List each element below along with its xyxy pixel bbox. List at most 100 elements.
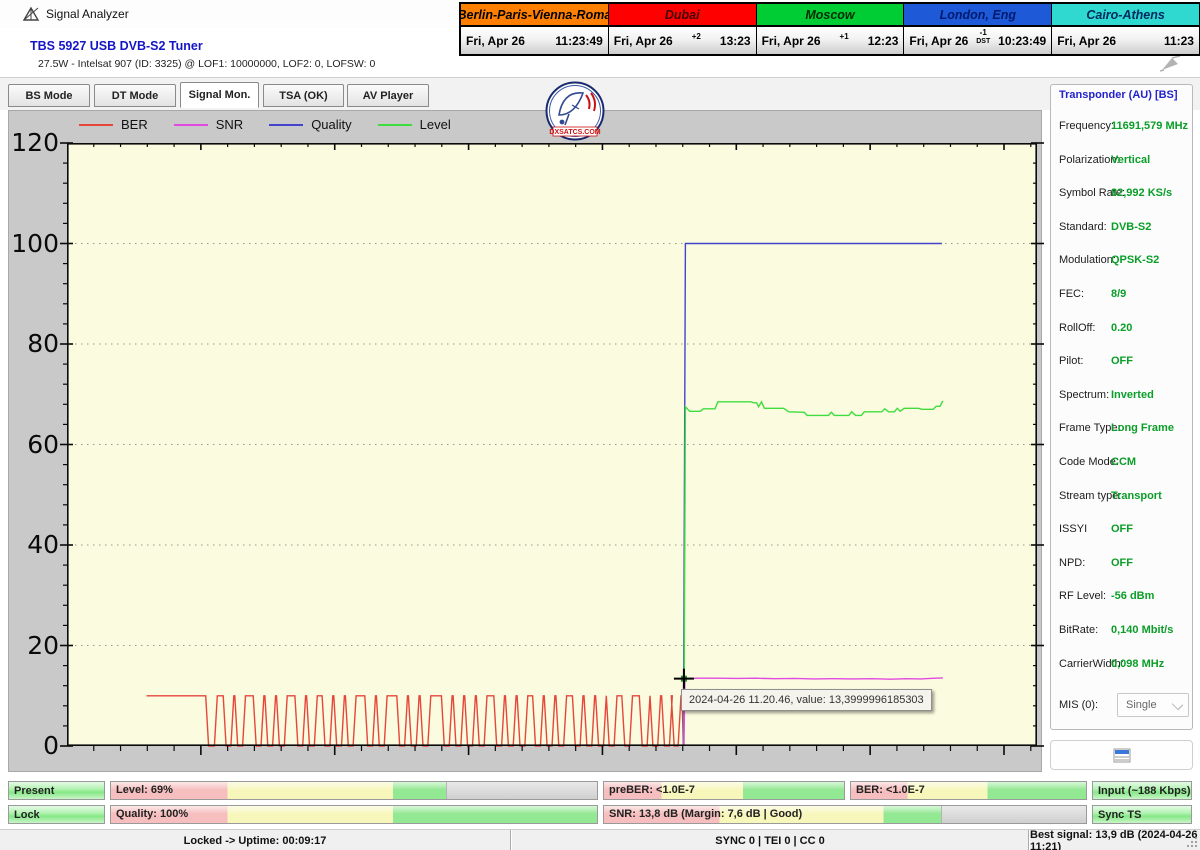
satellite-grip-icon	[1158, 54, 1184, 72]
quality-bar: Quality: 100%	[110, 805, 598, 824]
series-ber	[147, 696, 684, 746]
satellite-dish-icon	[22, 6, 40, 22]
chevron-down-icon	[1172, 699, 1183, 710]
transponder-value: -56 dBm	[1111, 590, 1191, 602]
resize-grip[interactable]	[1186, 836, 1198, 848]
transponder-row: Standard:DVB-S2	[1051, 212, 1192, 246]
device-title: TBS 5927 USB DVB-S2 Tuner	[30, 39, 203, 53]
clock-date: Fri, Apr 26	[614, 34, 673, 48]
clock-city: Dubai	[609, 4, 756, 27]
transponder-row: Frequency:11691,579 MHz	[1051, 111, 1192, 145]
legend-swatch	[269, 124, 303, 126]
y-tick-label: 40	[9, 530, 59, 560]
tab-av-player[interactable]: AV Player	[347, 84, 429, 107]
snr-bar: SNR: 13,8 dB (Margin: 7,6 dB | Good)	[603, 805, 1087, 824]
clock-date: Fri, Apr 26	[762, 34, 821, 48]
window-title: Signal Analyzer	[46, 7, 129, 21]
transponder-value: Transport	[1111, 490, 1191, 502]
syncts-indicator: Sync TS	[1092, 805, 1192, 824]
input-indicator: Input (~188 Kbps)	[1092, 781, 1192, 800]
transponder-title: Transponder (AU) [BS]	[1059, 89, 1178, 101]
transponder-value: Long Frame	[1111, 422, 1191, 434]
transponder-label: Code Mode:	[1059, 456, 1119, 468]
dxsatcs-logo: DXSATCS.COM	[545, 81, 605, 141]
statusbar-lock-uptime: Locked -> Uptime: 00:09:17	[0, 830, 510, 850]
legend-swatch	[79, 124, 113, 126]
mis-label: MIS (0):	[1059, 699, 1098, 711]
clock-time: Fri, Apr 26+112:23	[757, 27, 904, 54]
chart-legend: BERSNRQualityLevel	[79, 117, 451, 132]
bar-unfilled	[941, 806, 1087, 823]
transponder-rows: Frequency:11691,579 MHzPolarization:Vert…	[1051, 111, 1192, 682]
transponder-label: RF Level:	[1059, 590, 1106, 602]
transponder-value: OFF	[1111, 523, 1191, 535]
device-subtitle: 27.5W - Intelsat 907 (ID: 3325) @ LOF1: …	[38, 58, 375, 70]
transponder-row: CarrierWidth:0,098 MHz	[1051, 649, 1192, 683]
legend-swatch	[174, 124, 208, 126]
transponder-value: 82,992 KS/s	[1111, 187, 1191, 199]
legend-label: Level	[420, 117, 451, 132]
transponder-label: NPD:	[1059, 557, 1085, 569]
transponder-row: Polarization:Vertical	[1051, 145, 1192, 179]
transponder-value: Inverted	[1111, 389, 1191, 401]
transponder-row: Stream type:Transport	[1051, 481, 1192, 515]
transponder-row: Modulation:QPSK-S2	[1051, 245, 1192, 279]
clock-utc-offset: +1	[821, 33, 868, 41]
transponder-row: RollOff:0.20	[1051, 313, 1192, 347]
clock-3: London, EngFri, Apr 26-1DST10:23:49	[904, 4, 1052, 54]
clock-time: Fri, Apr 26 11:23	[1052, 27, 1199, 54]
legend-item-level: Level	[378, 117, 451, 132]
tab-bs-mode[interactable]: BS Mode	[8, 84, 90, 107]
transponder-label: Frequency:	[1059, 120, 1114, 132]
transponder-label: Pilot:	[1059, 355, 1083, 367]
present-label: Present	[14, 785, 54, 797]
legend-label: BER	[121, 117, 148, 132]
y-tick-label: 0	[9, 731, 59, 761]
clock-hhmm: 12:23	[868, 34, 899, 48]
clock-city: London, Eng	[904, 4, 1051, 27]
transponder-row: Pilot: OFF	[1051, 346, 1192, 380]
transponder-label: Modulation:	[1059, 254, 1116, 266]
ber-label: BER: <1.0E-7	[856, 784, 925, 796]
y-tick-label: 120	[9, 128, 59, 158]
clock-utc-offset: -1DST	[968, 29, 998, 44]
transponder-row: ISSYI OFF	[1051, 514, 1192, 548]
clock-city: Berlin-Paris-Vienna-Roma	[461, 4, 608, 27]
tab-signal-mon[interactable]: Signal Mon.	[180, 82, 259, 108]
transponder-label: ISSYI	[1059, 523, 1087, 535]
tab-dt-mode[interactable]: DT Mode	[94, 84, 176, 107]
logo-text: DXSATCS.COM	[549, 129, 600, 136]
transponder-row: Code Mode:CCM	[1051, 447, 1192, 481]
level-label: Level: 69%	[116, 784, 173, 796]
series-quality	[683, 244, 942, 747]
chart-tooltip: 2024-04-26 11.20.46, value: 13,399999618…	[681, 689, 932, 711]
transponder-label: Standard:	[1059, 221, 1107, 233]
transponder-value: CCM	[1111, 456, 1191, 468]
preber-label: preBER: <1.0E-7	[609, 784, 695, 796]
clock-0: Berlin-Paris-Vienna-RomaFri, Apr 2611:23…	[461, 4, 609, 54]
stream-list-button[interactable]	[1050, 740, 1193, 770]
transponder-value: 11691,579 MHz	[1111, 120, 1191, 132]
statusbar-sync-counters: SYNC 0 | TEI 0 | CC 0	[512, 830, 1028, 850]
signal-analyzer-window: Signal Analyzer TBS 5927 USB DVB-S2 Tune…	[0, 0, 1200, 850]
clock-city: Moscow	[757, 4, 904, 27]
tab-tsa-ok[interactable]: TSA (OK)	[263, 84, 344, 107]
clock-utc-offset: +2	[673, 33, 720, 41]
clock-hhmm: 11:23	[1164, 34, 1194, 48]
clock-1: DubaiFri, Apr 26+213:23	[609, 4, 757, 54]
clock-date: Fri, Apr 26	[1057, 34, 1116, 48]
legend-item-ber: BER	[79, 117, 148, 132]
mis-select[interactable]: Single	[1117, 693, 1189, 717]
ber-bar: BER: <1.0E-7	[850, 781, 1087, 800]
legend-item-snr: SNR	[174, 117, 243, 132]
transponder-row: RF Level: -56 dBm	[1051, 581, 1192, 615]
clock-hhmm: 11:23:49	[555, 34, 602, 48]
signal-chart	[67, 143, 1037, 746]
transponder-value: QPSK-S2	[1111, 254, 1191, 266]
legend-swatch	[378, 124, 412, 126]
status-bar: Locked -> Uptime: 00:09:17 SYNC 0 | TEI …	[0, 829, 1200, 850]
transponder-row: Symbol Rate:82,992 KS/s	[1051, 178, 1192, 212]
transponder-value: OFF	[1111, 355, 1191, 367]
legend-label: SNR	[216, 117, 243, 132]
transponder-label: Spectrum:	[1059, 389, 1109, 401]
